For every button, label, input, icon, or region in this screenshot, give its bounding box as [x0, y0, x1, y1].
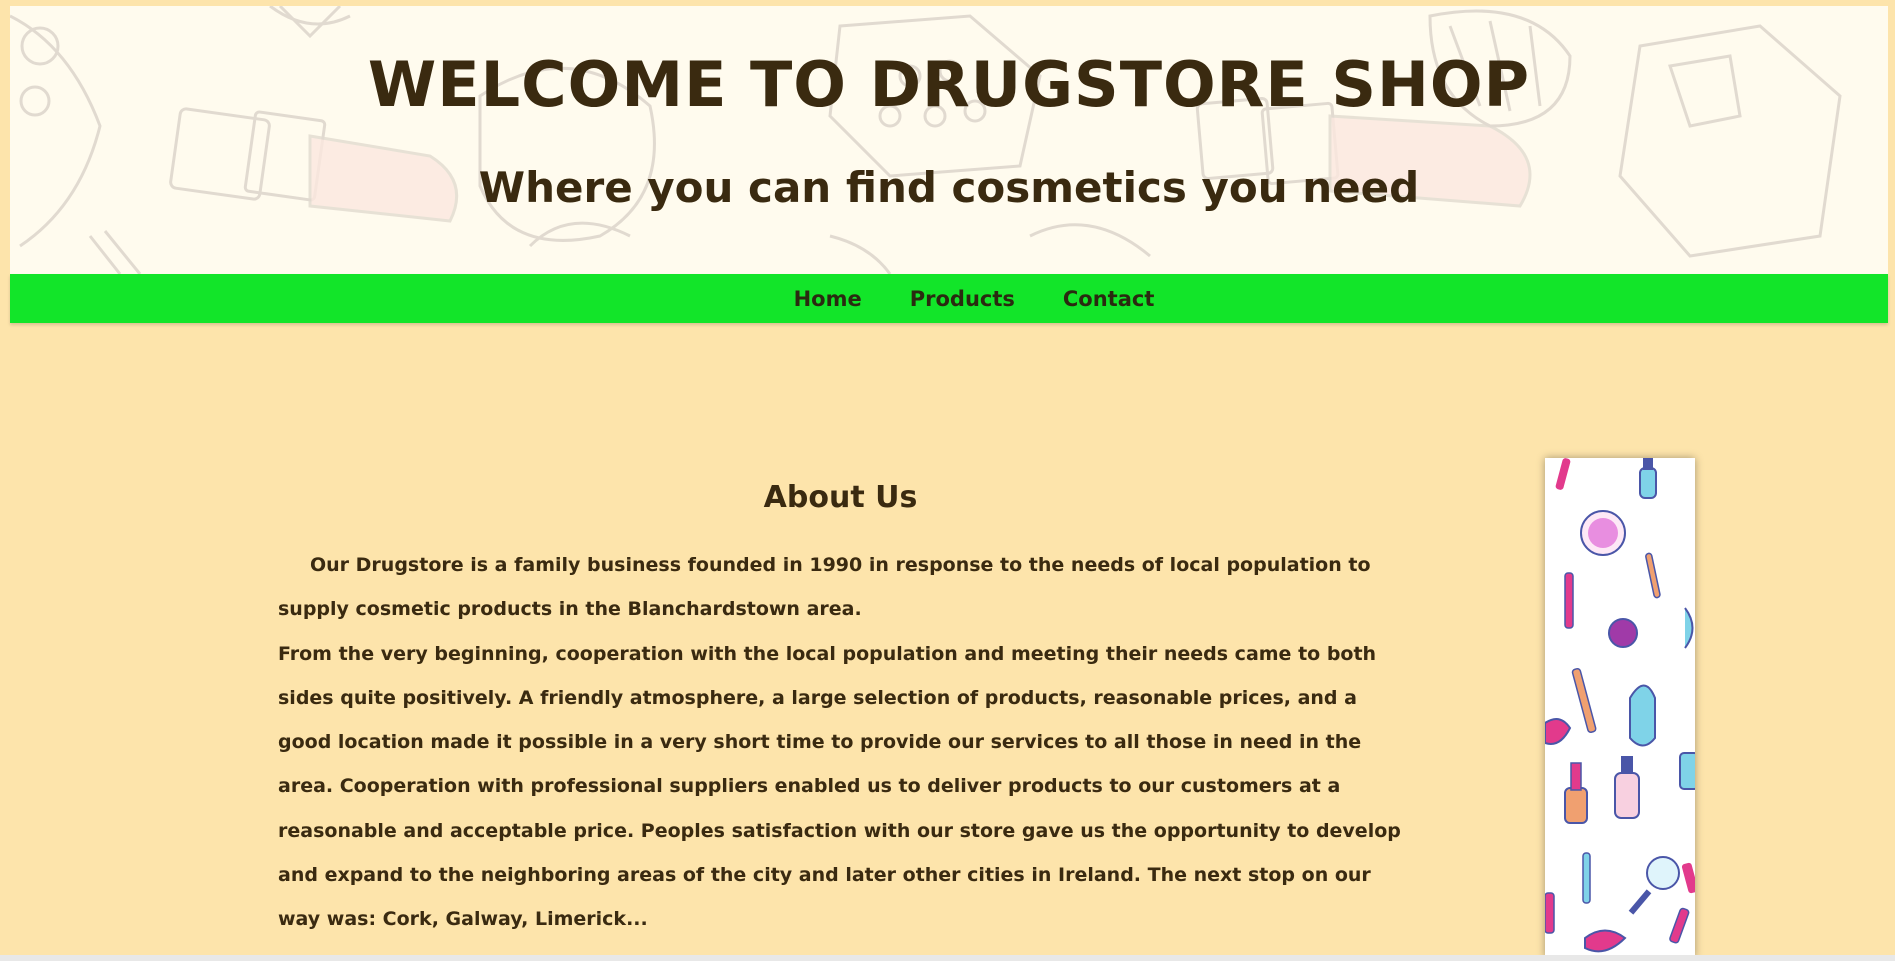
about-paragraph-1-text: Our Drugstore is a family business found… — [278, 554, 1371, 621]
about-paragraph-2: From the very beginning, cooperation wit… — [278, 642, 1401, 931]
about-paragraph-1: Our Drugstore is a family business found… — [278, 543, 1403, 632]
cosmetics-illustration-icon — [1545, 458, 1695, 953]
about-title: About Us — [763, 480, 918, 515]
nav-item-products[interactable]: Products — [886, 287, 1039, 311]
page-title: WELCOME TO DRUGSTORE SHOP — [367, 48, 1531, 121]
main-navbar: Home Products Contact — [10, 274, 1888, 323]
nav-item-home[interactable]: Home — [770, 287, 886, 311]
about-section: About Us Our Drugstore is a family busin… — [278, 480, 1403, 942]
nav-list: Home Products Contact — [770, 287, 1179, 311]
page-subtitle: Where you can find cosmetics you need — [478, 163, 1420, 212]
horizontal-scrollbar[interactable] — [0, 955, 1895, 961]
side-banner-image — [1545, 458, 1695, 958]
header-banner: WELCOME TO DRUGSTORE SHOP Where you can … — [10, 6, 1888, 274]
nav-item-contact[interactable]: Contact — [1039, 287, 1179, 311]
page: WELCOME TO DRUGSTORE SHOP Where you can … — [0, 0, 1895, 961]
cosmetics-pattern-icon — [10, 6, 1842, 274]
